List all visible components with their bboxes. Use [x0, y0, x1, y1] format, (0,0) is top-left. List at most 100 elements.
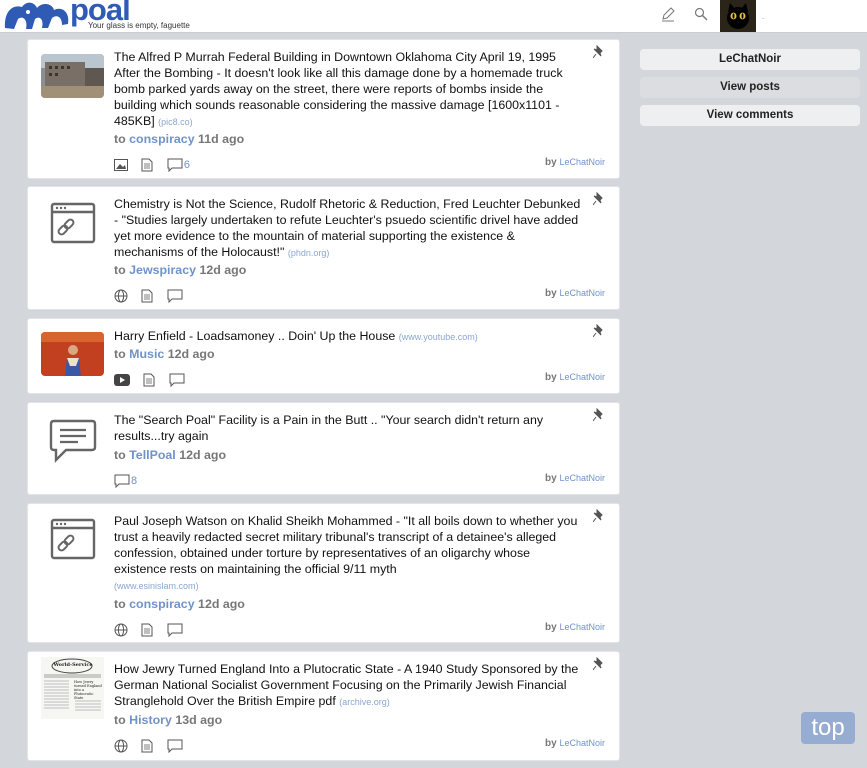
video-icon[interactable] [114, 373, 130, 386]
post-age: 12d ago [179, 448, 227, 462]
pin-icon[interactable] [593, 192, 605, 206]
by-label: by [545, 157, 557, 168]
document-icon[interactable] [141, 623, 153, 637]
post-age: 11d ago [198, 132, 245, 146]
community-link[interactable]: History [129, 713, 172, 727]
author-link[interactable]: LeChatNoir [559, 157, 605, 167]
author-link[interactable]: LeChatNoir [559, 473, 605, 483]
pin-icon[interactable] [593, 509, 605, 523]
post-title[interactable]: Harry Enfield - Loadsamoney .. Doin' Up … [114, 328, 584, 345]
post-title-text[interactable]: Harry Enfield - Loadsamoney .. Doin' Up … [114, 329, 395, 343]
site-tagline: Your glass is empty, faguette [88, 21, 190, 30]
post-age: 13d ago [175, 713, 223, 727]
post-actions [114, 621, 192, 637]
post-domain[interactable]: (pic8.co) [158, 117, 193, 127]
post-author: by LeChatNoir [545, 622, 605, 633]
post-title[interactable]: The Alfred P Murrah Federal Building in … [114, 49, 584, 130]
post-thumbnail[interactable]: World-Service How Jewry turned England i… [41, 657, 104, 719]
post-title[interactable]: The "Search Poal" Facility is a Pain in … [114, 412, 584, 444]
post-thumbnail[interactable] [41, 54, 104, 98]
comment-icon[interactable] [114, 474, 130, 488]
community-link[interactable]: conspiracy [129, 597, 194, 611]
comment-count[interactable]: 6 [184, 159, 190, 171]
view-posts-button[interactable]: View posts [640, 77, 860, 98]
pin-icon[interactable] [593, 657, 605, 671]
text-post-icon[interactable] [48, 415, 98, 465]
comment-icon[interactable] [167, 739, 183, 753]
post-card: Harry Enfield - Loadsamoney .. Doin' Up … [27, 318, 620, 394]
post-meta: to TellPoal 12d ago [114, 448, 226, 462]
by-label: by [545, 288, 557, 299]
scroll-top-button[interactable]: top [801, 712, 855, 744]
pencil-icon[interactable] [660, 6, 676, 22]
community-link[interactable]: TellPoal [129, 448, 176, 462]
avatar[interactable] [720, 0, 756, 32]
post-meta: to conspiracy 11d ago [114, 132, 244, 146]
globe-icon[interactable] [114, 289, 128, 303]
globe-icon[interactable] [114, 739, 128, 753]
comment-icon[interactable] [167, 289, 183, 303]
post-author: by LeChatNoir [545, 372, 605, 383]
post-author: by LeChatNoir [545, 157, 605, 168]
post-author: by LeChatNoir [545, 288, 605, 299]
document-icon[interactable] [141, 289, 153, 303]
by-label: by [545, 738, 557, 749]
comment-icon[interactable] [169, 373, 185, 387]
post-author: by LeChatNoir [545, 738, 605, 749]
pin-icon[interactable] [593, 324, 605, 338]
document-icon[interactable] [141, 158, 153, 172]
image-icon[interactable] [114, 158, 128, 171]
link-icon[interactable] [48, 200, 98, 250]
post-meta: to History 13d ago [114, 713, 222, 727]
author-link[interactable]: LeChatNoir [559, 622, 605, 632]
post-card: The "Search Poal" Facility is a Pain in … [27, 402, 620, 495]
search-icon[interactable] [693, 6, 709, 22]
pin-icon[interactable] [593, 408, 605, 422]
post-meta: to conspiracy 12d ago [114, 597, 245, 611]
post-meta: to Jewspiracy 12d ago [114, 263, 246, 277]
post-actions: 8 [114, 472, 139, 488]
post-thumbnail[interactable] [41, 332, 104, 376]
thumbnail-headline: How Jewry turned England into a Plutocra… [74, 680, 102, 700]
document-icon[interactable] [141, 739, 153, 753]
community-link[interactable]: Jewspiracy [129, 263, 196, 277]
comment-icon[interactable] [167, 623, 183, 637]
post-actions [114, 737, 192, 753]
post-domain[interactable]: (archive.org) [339, 697, 390, 707]
author-link[interactable]: LeChatNoir [559, 372, 605, 382]
post-title-text[interactable]: Paul Joseph Watson on Khalid Sheikh Moha… [114, 514, 577, 576]
comment-count[interactable]: 8 [131, 475, 137, 487]
author-link[interactable]: LeChatNoir [559, 738, 605, 748]
post-actions [114, 371, 194, 387]
post-title-text[interactable]: The "Search Poal" Facility is a Pain in … [114, 413, 543, 443]
post-title-text[interactable]: Chemistry is Not the Science, Rudolf Rhe… [114, 197, 580, 259]
post-author: by LeChatNoir [545, 473, 605, 484]
by-label: by [545, 372, 557, 383]
post-title[interactable]: How Jewry Turned England Into a Plutocra… [114, 661, 584, 710]
post-age: 12d ago [198, 597, 245, 611]
globe-icon[interactable] [114, 623, 128, 637]
post-domain[interactable]: (www.esinislam.com) [114, 581, 199, 591]
building-photo-icon [41, 54, 104, 98]
meta-to: to [114, 713, 126, 727]
post-title[interactable]: Paul Joseph Watson on Khalid Sheikh Moha… [114, 513, 584, 594]
sidebar-username[interactable]: LeChatNoir [640, 49, 860, 70]
cat-avatar-icon [720, 0, 756, 32]
meta-to: to [114, 132, 126, 146]
author-link[interactable]: LeChatNoir [559, 288, 605, 298]
post-title[interactable]: Chemistry is Not the Science, Rudolf Rhe… [114, 196, 584, 261]
post-domain[interactable]: (www.youtube.com) [399, 332, 478, 342]
pin-icon[interactable] [593, 45, 605, 59]
community-link[interactable]: conspiracy [129, 132, 194, 146]
post-card: Chemistry is Not the Science, Rudolf Rhe… [27, 186, 620, 310]
post-actions: 6 [114, 156, 190, 172]
avatar-marker: . [762, 12, 765, 21]
link-icon[interactable] [48, 516, 98, 566]
video-thumbnail-icon [41, 332, 104, 376]
document-icon[interactable] [143, 373, 155, 387]
comment-icon[interactable] [167, 158, 183, 172]
post-domain[interactable]: (phdn.org) [288, 248, 330, 258]
view-comments-button[interactable]: View comments [640, 105, 860, 126]
community-link[interactable]: Music [129, 347, 164, 361]
meta-to: to [114, 448, 126, 462]
